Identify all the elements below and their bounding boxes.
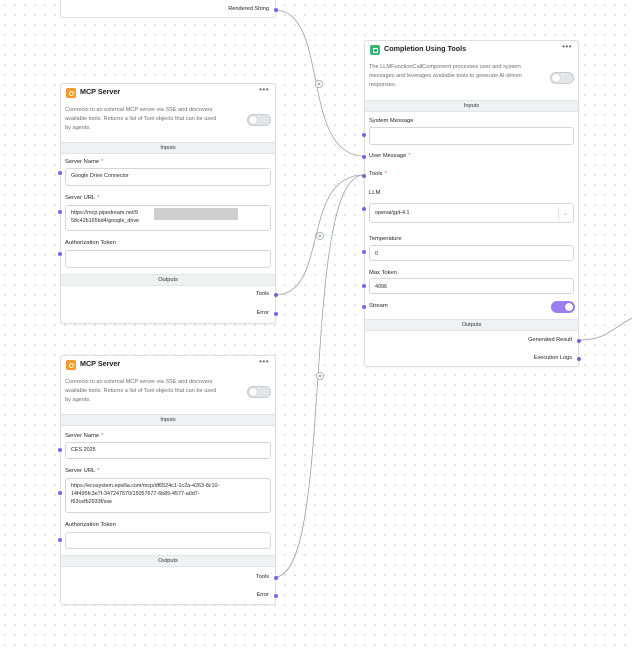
authorization-token-input[interactable] — [65, 250, 271, 268]
output-rendered-string-label: Rendered String — [228, 6, 269, 12]
edge-delete-button[interactable] — [316, 232, 324, 240]
node-description: Connects to an external MCP server via S… — [65, 379, 217, 404]
edge-mcp1-tools-to-tools[interactable] — [274, 174, 365, 296]
llm-component-icon — [370, 45, 380, 55]
chevron-down-icon: ⌄ — [562, 211, 568, 217]
node-title: MCP Server — [80, 87, 121, 96]
authorization-token-label: Authorization Token — [65, 240, 116, 246]
output-tools-label: Tools — [255, 291, 269, 297]
select-divider — [558, 207, 559, 219]
more-options-icon[interactable]: ••• — [562, 43, 572, 51]
inputs-header: Inputs — [365, 100, 578, 112]
redacted-region — [154, 208, 238, 220]
node-title: MCP Server — [80, 359, 121, 368]
max-token-label: Max Token — [369, 270, 397, 276]
input-port[interactable] — [58, 252, 62, 256]
input-port[interactable] — [58, 448, 62, 452]
server-name-input[interactable]: Google Drive Connector — [65, 168, 271, 186]
input-port[interactable] — [362, 133, 366, 137]
tool-mode-toggle[interactable] — [550, 72, 574, 84]
stream-label: Stream — [369, 303, 388, 309]
output-port[interactable] — [274, 576, 278, 580]
output-error-label: Error — [256, 310, 269, 316]
input-port[interactable] — [362, 250, 366, 254]
output-port[interactable] — [274, 293, 278, 297]
tool-mode-toggle[interactable] — [247, 386, 271, 398]
more-options-icon[interactable]: ••• — [259, 358, 269, 366]
node-description: The LLMFunctionCallComponent processes u… — [369, 64, 522, 89]
llm-select[interactable]: openai/gpt-4.1 ⌄ — [369, 203, 574, 223]
node-description: Connects to an external MCP server via S… — [65, 107, 217, 132]
input-port[interactable] — [362, 174, 366, 178]
mcp-server-node[interactable]: MCP Server ••• Connects to an external M… — [58, 83, 278, 324]
max-token-input[interactable]: 4096 — [369, 278, 574, 294]
output-port[interactable] — [274, 8, 278, 12]
completion-using-tools-node[interactable]: Completion Using Tools ••• The LLMFuncti… — [362, 40, 581, 367]
template-node[interactable]: Rendered String — [60, 0, 278, 18]
output-error-label: Error — [256, 592, 269, 598]
edge-delete-button[interactable] — [315, 80, 323, 88]
input-port[interactable] — [58, 210, 62, 214]
node-title: Completion Using Tools — [384, 44, 467, 53]
node-header[interactable]: Completion Using Tools ••• — [365, 41, 578, 59]
output-generated-result-label: Generated Result — [528, 337, 572, 343]
output-execution-logs-label: Execution Logs — [533, 355, 572, 361]
output-port[interactable] — [274, 594, 278, 598]
input-port[interactable] — [362, 305, 366, 309]
input-port[interactable] — [362, 284, 366, 288]
input-port[interactable] — [362, 207, 366, 211]
inputs-header: Inputs — [61, 414, 275, 426]
mcp-server-icon — [66, 88, 76, 98]
output-port[interactable] — [577, 357, 581, 361]
output-port[interactable] — [577, 339, 581, 343]
stream-toggle[interactable] — [551, 301, 575, 313]
edge-delete-button[interactable] — [316, 372, 324, 380]
inputs-header: Inputs — [61, 142, 275, 154]
input-port[interactable] — [58, 491, 62, 495]
temperature-label: Temperature — [369, 236, 402, 242]
llm-label: LLM — [369, 190, 381, 196]
outputs-header: Outputs — [365, 319, 578, 331]
tool-mode-toggle[interactable] — [247, 114, 271, 126]
server-url-label: Server URL * — [65, 468, 100, 474]
edge-mcp2-tools-to-tools[interactable] — [274, 174, 365, 578]
edge-rendered-string-to-user-message[interactable] — [274, 9, 365, 157]
user-message-label: User Message * — [369, 153, 411, 159]
input-port[interactable] — [58, 171, 62, 175]
outputs-header: Outputs — [61, 274, 275, 286]
authorization-token-input[interactable] — [65, 532, 271, 549]
mcp-server-icon — [66, 360, 76, 370]
input-port[interactable] — [362, 155, 366, 159]
edge-generated-result-out[interactable] — [578, 317, 632, 341]
more-options-icon[interactable]: ••• — [259, 86, 269, 94]
server-name-input[interactable]: CES 2025 — [65, 442, 271, 459]
server-name-label: Server Name * — [65, 159, 104, 165]
system-message-label: System Message — [369, 118, 414, 124]
server-name-label: Server Name * — [65, 433, 104, 439]
outputs-header: Outputs — [61, 555, 275, 567]
node-header[interactable]: MCP Server ••• — [61, 356, 275, 374]
server-url-input[interactable]: https://ecosystem.epsilla.com/mcp/df6524… — [65, 478, 271, 513]
tools-label: Tools * — [369, 171, 387, 177]
authorization-token-label: Authorization Token — [65, 522, 116, 528]
server-url-label: Server URL * — [65, 195, 100, 201]
mcp-server-node[interactable]: MCP Server ••• Connects to an external M… — [58, 355, 278, 605]
input-port[interactable] — [58, 538, 62, 542]
temperature-input[interactable]: 0 — [369, 245, 574, 261]
node-header[interactable]: MCP Server ••• — [61, 84, 275, 102]
output-port[interactable] — [274, 312, 278, 316]
system-message-input[interactable] — [369, 127, 574, 145]
output-tools-label: Tools — [255, 574, 269, 580]
